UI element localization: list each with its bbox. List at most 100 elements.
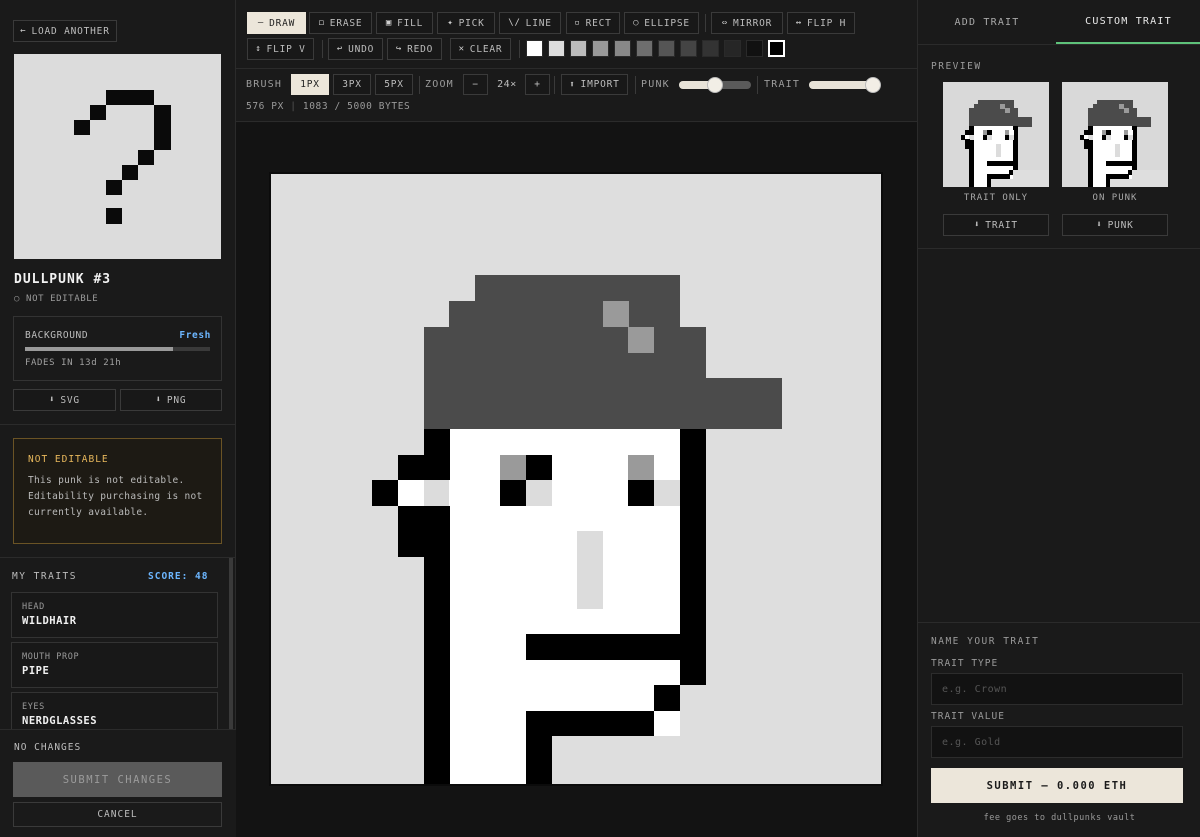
download-punk-button[interactable]: ⬇ PUNK — [1062, 214, 1168, 236]
import-button[interactable]: ⬆ IMPORT — [561, 74, 628, 95]
trait-card-mouth-prop[interactable]: MOUTH PROP PIPE — [11, 642, 218, 688]
trait-opacity-slider[interactable] — [809, 77, 881, 93]
pixel — [1004, 108, 1010, 114]
pixel — [449, 326, 476, 353]
pixel — [449, 582, 476, 609]
on-punk-caption: ON PUNK — [1092, 193, 1138, 203]
upload-icon: ⬆ — [569, 79, 576, 90]
color-swatch[interactable] — [746, 40, 763, 57]
left-footer: NO CHANGES SUBMIT CHANGES CANCEL — [0, 729, 236, 837]
pixel — [423, 454, 450, 481]
download-png-button[interactable]: ⬇ PNG — [120, 389, 222, 411]
undo-button[interactable]: ↩ UNDO — [328, 38, 383, 60]
trait-type-input[interactable] — [931, 673, 1183, 705]
notice-text: This punk is not editable. Editability p… — [28, 475, 203, 518]
color-swatch[interactable] — [526, 40, 543, 57]
tool-rect[interactable]: ▫ RECT — [566, 12, 620, 34]
download-trait-button[interactable]: ⬇ TRAIT — [943, 214, 1049, 236]
pixel — [577, 326, 604, 353]
circle-icon: ○ — [14, 294, 27, 304]
trait-opacity-label: TRAIT — [764, 79, 801, 90]
tool-fill[interactable]: ▣ FILL — [376, 12, 433, 34]
pixel — [1026, 121, 1032, 127]
pixel — [526, 301, 552, 327]
pixel — [500, 301, 527, 327]
brush-size-3px[interactable]: 3PX — [333, 74, 371, 95]
pixel — [602, 582, 629, 609]
tool-flip-v[interactable]: ↕ FLIP V — [247, 38, 314, 60]
color-swatch[interactable] — [570, 40, 587, 57]
pixel — [526, 761, 552, 784]
brush-size-5px[interactable]: 5PX — [375, 74, 413, 95]
pixel — [526, 557, 552, 583]
color-swatch[interactable] — [614, 40, 631, 57]
pixel — [423, 377, 450, 404]
pixel — [526, 429, 552, 455]
pixel — [500, 761, 527, 784]
pixel — [679, 531, 706, 558]
pixel — [654, 659, 680, 686]
download-svg-button[interactable]: ⬇ SVG — [13, 389, 116, 411]
tool-erase[interactable]: ◻ ERASE — [309, 12, 372, 34]
pixel — [730, 403, 757, 430]
pixel — [679, 505, 706, 532]
drawing-canvas[interactable] — [269, 172, 883, 786]
trait-value-input[interactable] — [931, 726, 1183, 758]
tab-custom-trait[interactable]: CUSTOM TRAIT — [1056, 0, 1200, 44]
download-icon: ⬇ — [1096, 220, 1103, 230]
traits-scrollbar[interactable] — [229, 558, 233, 733]
trait-card-head[interactable]: HEAD WILDHAIR — [11, 592, 218, 638]
pixel — [1009, 161, 1014, 167]
trait-card-eyes[interactable]: EYES NERDGLASSES — [11, 692, 218, 732]
tool-flip-h[interactable]: ↔ FLIP H — [787, 12, 855, 34]
trait-type: MOUTH PROP — [22, 652, 80, 662]
color-swatch[interactable] — [680, 40, 697, 57]
pixel — [628, 403, 655, 430]
submit-changes-button[interactable]: SUBMIT CHANGES — [13, 762, 222, 797]
pixel — [423, 505, 450, 532]
tool-draw[interactable]: — DRAW — [247, 12, 306, 34]
brush-size-1px[interactable]: 1PX — [291, 74, 329, 95]
zoom-in-button[interactable]: + — [525, 74, 550, 95]
pixel — [858, 736, 881, 763]
pixel — [577, 710, 604, 737]
punk-opacity-knob[interactable] — [707, 77, 723, 93]
preview-heading: PREVIEW — [931, 61, 982, 72]
load-another-button[interactable]: ← LOAD ANOTHER — [13, 20, 117, 42]
clear-button[interactable]: ✕ CLEAR — [450, 38, 511, 60]
color-swatch[interactable] — [702, 40, 719, 57]
zoom-out-button[interactable]: − — [463, 74, 488, 95]
submit-trait-button[interactable]: SUBMIT — 0.000 ETH — [931, 768, 1183, 803]
tab-add-trait[interactable]: ADD TRAIT — [918, 0, 1056, 44]
color-swatch[interactable] — [592, 40, 609, 57]
pixel — [449, 480, 476, 507]
trait-opacity-knob[interactable] — [865, 77, 881, 93]
pixel — [628, 710, 655, 737]
pixel — [577, 403, 604, 430]
tool-pick[interactable]: ✦ PICK — [437, 12, 495, 34]
pixel — [679, 659, 706, 686]
color-swatch[interactable] — [768, 40, 785, 57]
color-swatch[interactable] — [548, 40, 565, 57]
tool-line[interactable]: \/LINE — [499, 12, 561, 34]
pixel — [602, 608, 629, 635]
color-swatch[interactable] — [636, 40, 653, 57]
background-status: Fresh — [179, 330, 211, 341]
punk-opacity-slider[interactable] — [679, 77, 751, 93]
canvas-stats: 576 PX | 1083 / 5000 BYTES — [246, 101, 411, 112]
pixel — [602, 531, 629, 558]
pixel — [628, 454, 655, 481]
tool-ellipse[interactable]: ○ ELLIPSE — [624, 12, 699, 34]
question-mark-pixel — [106, 208, 122, 224]
pixel — [654, 403, 680, 430]
redo-button[interactable]: ↪ REDO — [387, 38, 442, 60]
cancel-button[interactable]: CANCEL — [13, 802, 222, 827]
tool-mirror[interactable]: ⇔ MIRROR — [711, 12, 783, 34]
pixel — [756, 685, 783, 711]
pixel — [602, 736, 629, 763]
pixel — [423, 352, 450, 379]
question-mark-pixel — [154, 135, 171, 150]
pixel — [1009, 134, 1014, 140]
color-swatch[interactable] — [658, 40, 675, 57]
color-swatch[interactable] — [724, 40, 741, 57]
